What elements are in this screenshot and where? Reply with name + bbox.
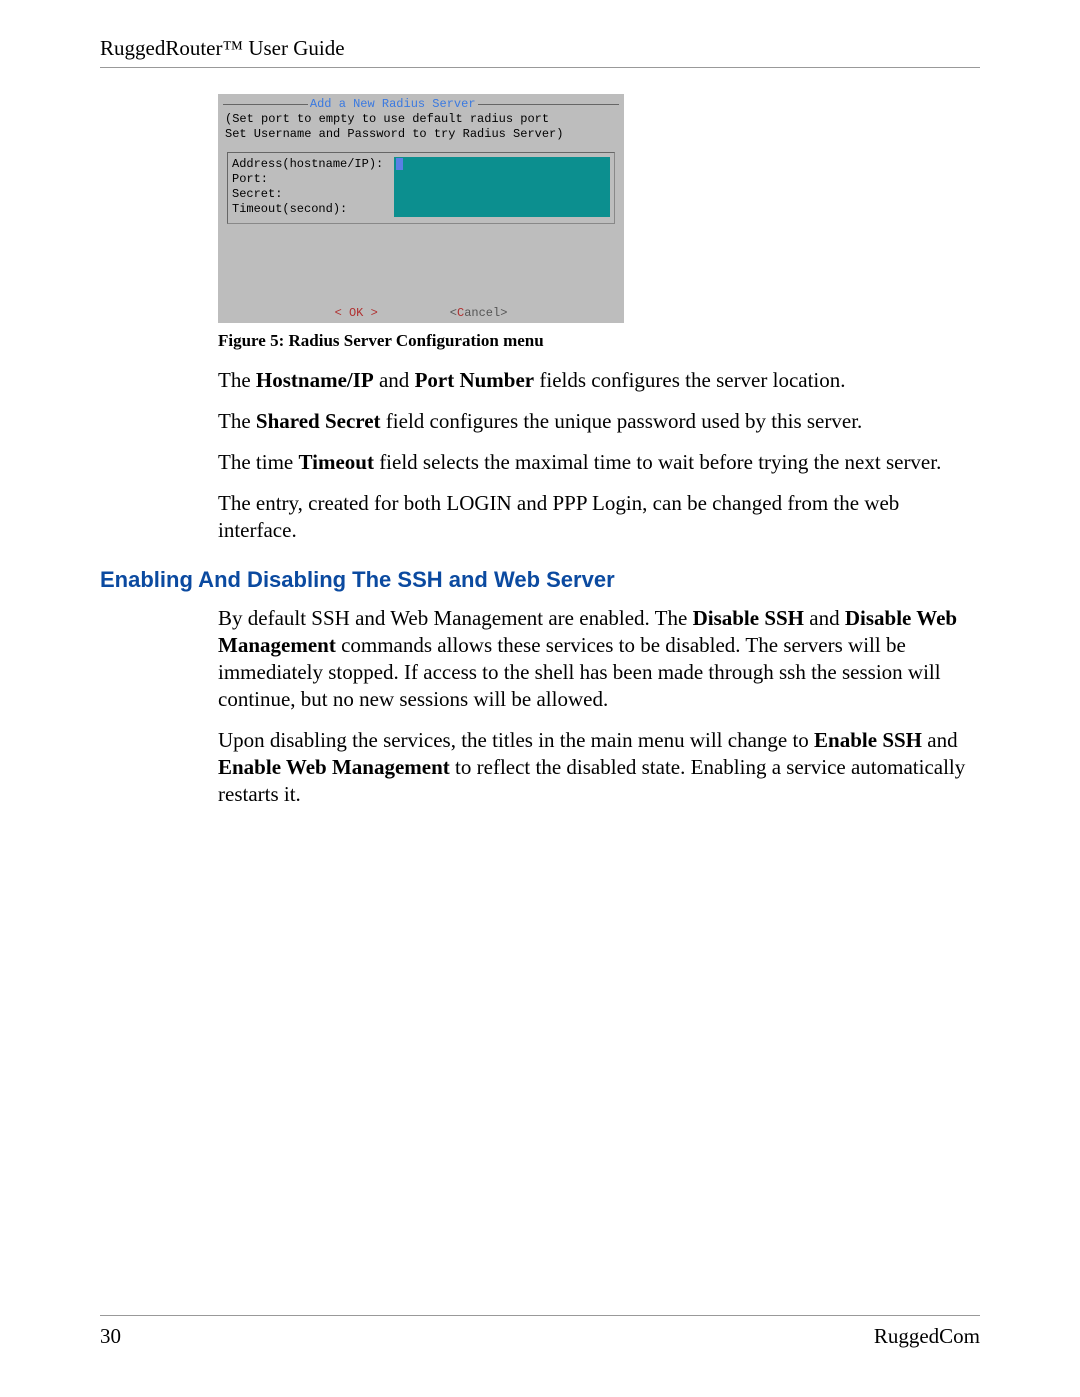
field-input-timeout[interactable] — [394, 202, 610, 217]
dialog-button-row: < OK > <Cancel> — [221, 306, 621, 321]
field-input-address[interactable] — [394, 157, 610, 172]
cancel-button[interactable]: <Cancel> — [450, 306, 508, 320]
section-heading: Enabling And Disabling The SSH and Web S… — [100, 567, 980, 593]
paragraph: The entry, created for both LOGIN and PP… — [218, 490, 980, 544]
figure-caption: Figure 5: Radius Server Configuration me… — [218, 331, 980, 351]
dialog-hint-1: (Set port to empty to use default radius… — [225, 112, 621, 127]
field-label-address: Address(hostname/IP): — [232, 157, 394, 172]
page-number: 30 — [100, 1324, 121, 1349]
paragraph: The time Timeout field selects the maxim… — [218, 449, 980, 476]
page-header: RuggedRouter™ User Guide — [100, 36, 980, 68]
header-title: RuggedRouter™ User Guide — [100, 36, 345, 60]
ok-button[interactable]: < OK > — [335, 306, 378, 320]
paragraph: Upon disabling the services, the titles … — [218, 727, 980, 808]
field-label-port: Port: — [232, 172, 394, 187]
field-input-secret[interactable] — [394, 187, 610, 202]
dialog-title: Add a New Radius Server — [310, 97, 476, 112]
text-cursor-icon — [396, 158, 403, 170]
page-footer: 30 RuggedCom — [100, 1315, 980, 1349]
dialog-inner-box: Address(hostname/IP): Port: Secret: Time… — [227, 152, 615, 224]
footer-brand: RuggedCom — [874, 1324, 980, 1349]
paragraph: The Shared Secret field configures the u… — [218, 408, 980, 435]
field-label-timeout: Timeout(second): — [232, 202, 394, 217]
dialog-hint-2: Set Username and Password to try Radius … — [225, 127, 621, 142]
paragraph: The Hostname/IP and Port Number fields c… — [218, 367, 980, 394]
terminal-dialog: Add a New Radius Server (Set port to emp… — [218, 94, 624, 323]
paragraph: By default SSH and Web Management are en… — [218, 605, 980, 713]
dialog-border-line — [478, 104, 619, 105]
dialog-border-line — [223, 104, 308, 105]
field-label-secret: Secret: — [232, 187, 394, 202]
field-input-port[interactable] — [394, 172, 610, 187]
